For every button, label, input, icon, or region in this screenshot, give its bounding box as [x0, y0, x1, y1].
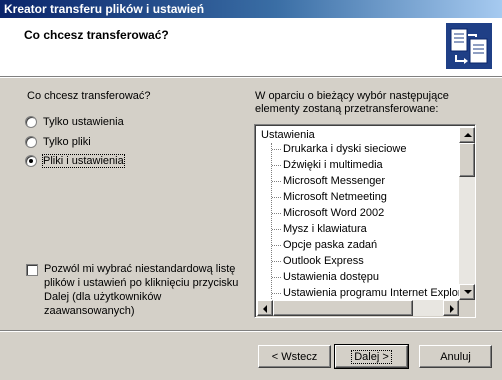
down-arrow-icon	[464, 290, 472, 294]
cancel-button-label: Anuluj	[440, 350, 471, 363]
tree-item[interactable]: Microsoft Netmeeting	[283, 191, 387, 203]
next-button-label: Dalej >	[351, 349, 392, 364]
cancel-button[interactable]: Anuluj	[419, 345, 492, 368]
tree-connector	[272, 277, 281, 278]
next-button[interactable]: Dalej >	[334, 344, 409, 369]
tree-item[interactable]: Dźwięki i multimedia	[283, 159, 383, 171]
tree-connector	[272, 149, 281, 150]
tree-connector	[272, 165, 281, 166]
scroll-down-button[interactable]	[459, 284, 475, 300]
back-button-label: < Wstecz	[271, 350, 318, 363]
tree-connector	[272, 197, 281, 198]
window-title: Kreator transferu plików i ustawień	[0, 0, 502, 18]
scroll-right-button[interactable]	[443, 300, 459, 316]
tree-connector	[272, 181, 281, 182]
tree-connector	[272, 213, 281, 214]
radio-button[interactable]	[25, 155, 37, 167]
up-arrow-icon	[464, 133, 472, 137]
transfer-question-label: Co chcesz transferować?	[27, 90, 151, 102]
tree-connector	[272, 245, 281, 246]
right-arrow-icon	[450, 305, 454, 313]
radio-files-and-settings[interactable]: Pliki i ustawienia	[25, 153, 125, 169]
scroll-left-button[interactable]	[257, 300, 273, 316]
transfer-items-tree: Ustawienia Drukarka i dyski sieciowe Dźw…	[257, 127, 459, 300]
radio-label: Pliki i ustawienia	[42, 154, 125, 168]
tree-root-settings[interactable]: Ustawienia	[261, 129, 315, 141]
left-arrow-icon	[263, 305, 267, 313]
footer-divider	[0, 330, 502, 332]
radio-settings-only[interactable]: Tylko ustawienia	[25, 114, 124, 130]
tree-connector	[272, 229, 281, 230]
back-button[interactable]: < Wstecz	[258, 345, 331, 368]
vertical-scrollbar[interactable]	[459, 127, 475, 300]
tree-item[interactable]: Mysz i klawiatura	[283, 223, 367, 235]
tree-item[interactable]: Outlook Express	[283, 255, 364, 267]
horizontal-scrollbar[interactable]	[257, 300, 459, 316]
tree-item[interactable]: Opcje paska zadań	[283, 239, 377, 251]
custom-list-checkbox[interactable]	[26, 264, 38, 276]
wizard-header: Co chcesz transferować?	[0, 18, 502, 76]
radio-label: Tylko ustawienia	[43, 116, 124, 128]
horizontal-scroll-thumb[interactable]	[273, 300, 413, 316]
radio-files-only[interactable]: Tylko pliki	[25, 134, 91, 150]
tree-item[interactable]: Drukarka i dyski sieciowe	[283, 143, 406, 155]
scrollbar-corner	[459, 300, 475, 316]
radio-label: Tylko pliki	[43, 136, 91, 148]
tree-item[interactable]: Microsoft Messenger	[283, 175, 385, 187]
page-title: Co chcesz transferować?	[24, 28, 169, 42]
tree-connector	[272, 293, 281, 294]
tree-connector	[272, 261, 281, 262]
custom-list-checkbox-label[interactable]: Pozwól mi wybrać niestandardową listę pl…	[44, 262, 244, 318]
vertical-scroll-thumb[interactable]	[459, 143, 475, 177]
scroll-up-button[interactable]	[459, 127, 475, 143]
transfer-items-list[interactable]: Ustawienia Drukarka i dyski sieciowe Dźw…	[254, 124, 476, 318]
tree-item[interactable]: Ustawienia programu Internet Explorer	[283, 287, 459, 299]
radio-button[interactable]	[25, 116, 37, 128]
header-divider	[0, 76, 502, 78]
radio-button[interactable]	[25, 136, 37, 148]
tree-item[interactable]: Ustawienia dostępu	[283, 271, 379, 283]
tree-item[interactable]: Microsoft Word 2002	[283, 207, 384, 219]
wizard-transfer-icon	[446, 23, 492, 69]
transfer-items-description: W oparciu o bieżący wybór następujące el…	[255, 90, 449, 115]
